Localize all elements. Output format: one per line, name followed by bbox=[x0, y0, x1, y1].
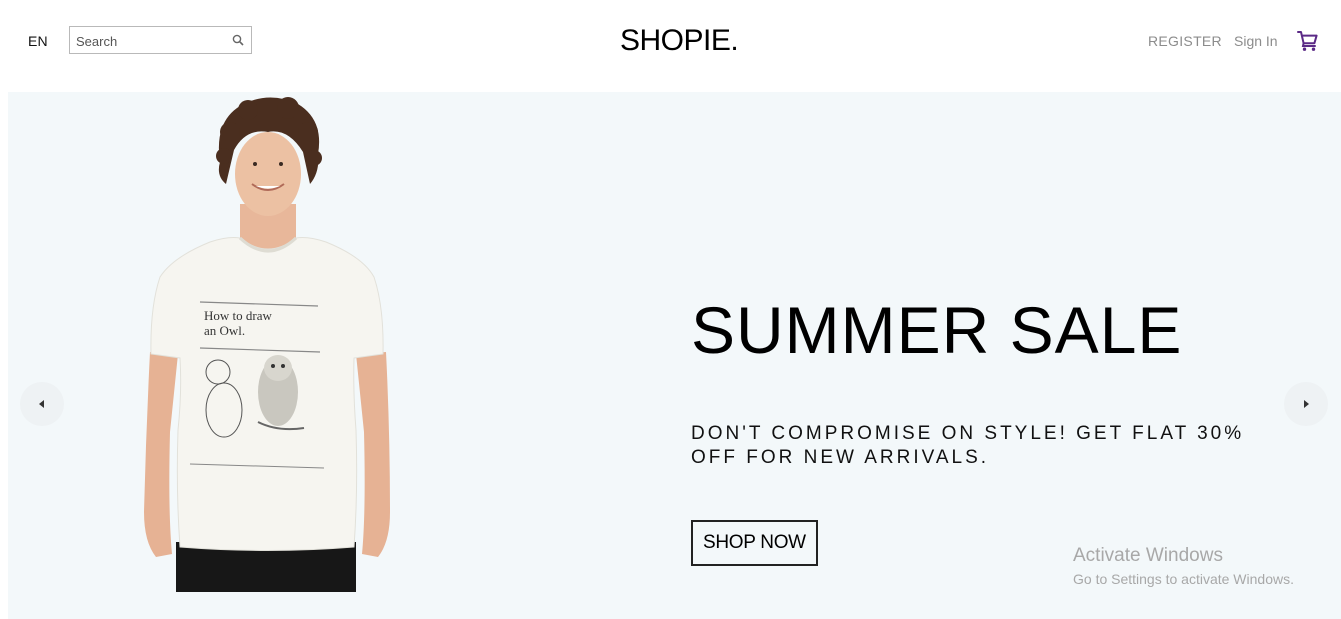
shopping-cart-icon[interactable] bbox=[1296, 29, 1320, 53]
language-selector[interactable]: EN bbox=[28, 33, 48, 49]
slide-description: DON'T COMPROMISE ON STYLE! GET FLAT 30% … bbox=[691, 423, 1245, 468]
activate-windows-title: Activate Windows bbox=[1073, 545, 1223, 566]
arrow-left-icon bbox=[39, 400, 44, 408]
svg-text:How to draw: How to draw bbox=[204, 308, 272, 323]
search-box[interactable] bbox=[69, 26, 252, 54]
svg-text:an Owl.: an Owl. bbox=[204, 323, 245, 338]
brand-logo[interactable]: SHOPIE. bbox=[620, 23, 739, 59]
product-image: How to draw an Owl. bbox=[144, 97, 390, 592]
shop-now-button[interactable]: SHOP NOW bbox=[691, 520, 818, 566]
hero-slider: How to draw an Owl. SUMMER SALE DON'T CO… bbox=[8, 92, 1341, 619]
slide-title: SUMMER SALE bbox=[691, 293, 1183, 367]
signin-link[interactable]: Sign In bbox=[1234, 33, 1278, 49]
navbar: EN SHOPIE. REGISTER Sign In bbox=[0, 0, 1341, 82]
previous-slide-button[interactable] bbox=[20, 382, 64, 426]
activate-windows-subtitle: Go to Settings to activate Windows. bbox=[1073, 571, 1294, 587]
page: EN SHOPIE. REGISTER Sign In bbox=[0, 0, 1341, 619]
search-input[interactable] bbox=[76, 31, 226, 51]
register-link[interactable]: REGISTER bbox=[1148, 33, 1222, 49]
slide-info: SUMMER SALE DON'T COMPROMISE ON STYLE! G… bbox=[691, 92, 1331, 619]
search-icon[interactable] bbox=[232, 34, 244, 46]
